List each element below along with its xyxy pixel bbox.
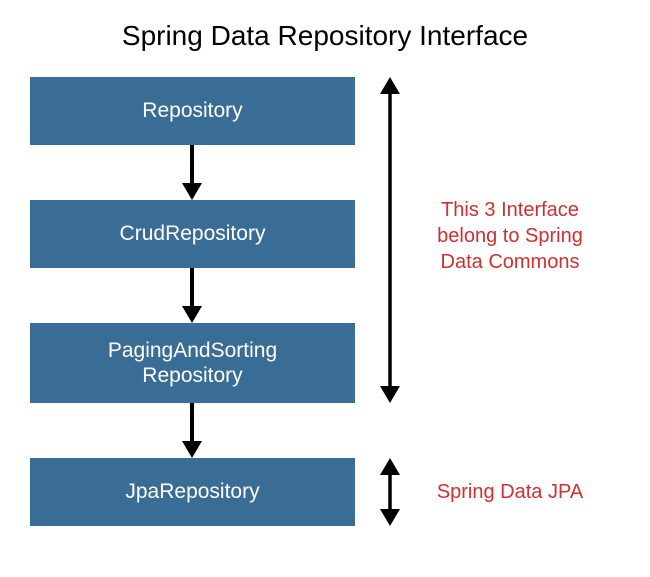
arrow-down-icon <box>189 403 195 458</box>
diagram-title: Spring Data Repository Interface <box>0 0 650 77</box>
annotation-spring-data-jpa: Spring Data JPA <box>415 479 605 505</box>
box-jpa-repository: JpaRepository <box>30 458 355 526</box>
box-repository: Repository <box>30 77 355 145</box>
box-label: Repository <box>142 98 242 123</box>
box-label: CrudRepository <box>120 221 266 246</box>
box-label: PagingAndSortingRepository <box>108 338 277 388</box>
bracket-arrow-icon <box>375 77 405 403</box>
box-crud-repository: CrudRepository <box>30 200 355 268</box>
annotation-spring-data-commons: This 3 Interface belong to Spring Data C… <box>415 197 605 275</box>
bracket-arrow-icon <box>375 458 405 526</box>
arrow-down-icon <box>189 268 195 323</box>
arrow-down-icon <box>189 145 195 200</box>
box-paging-sorting-repository: PagingAndSortingRepository <box>30 323 355 403</box>
diagram-container: Repository CrudRepository PagingAndSorti… <box>0 77 650 577</box>
box-label: JpaRepository <box>125 479 259 504</box>
